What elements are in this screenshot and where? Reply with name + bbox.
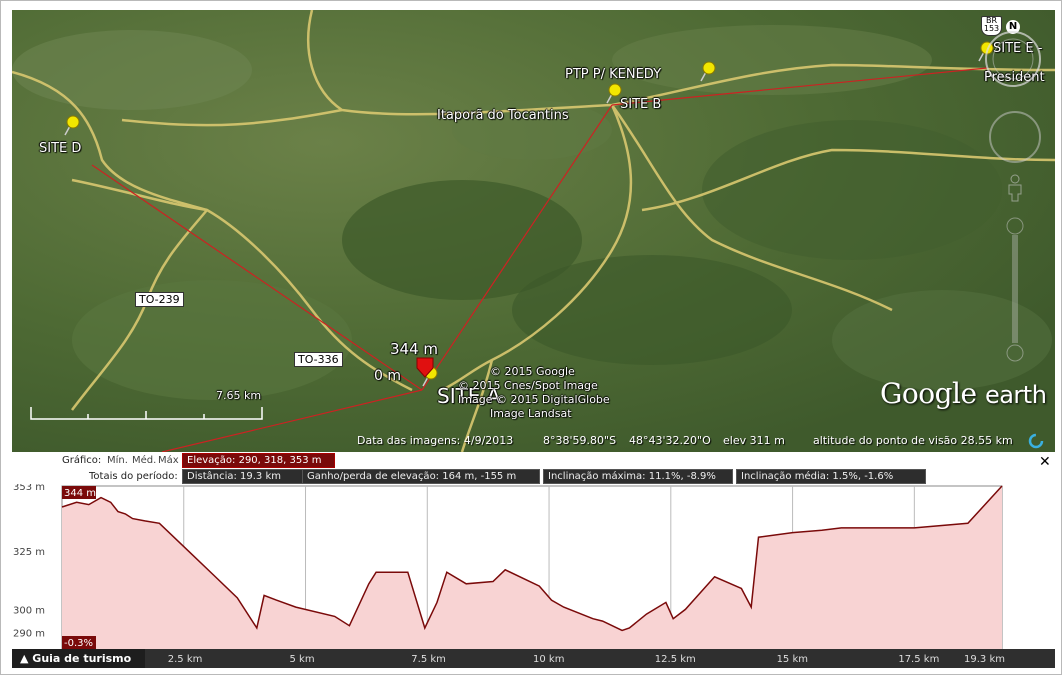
map-status-bar: Data das imagens: 4/9/2013 8°38'59.80"S … [12,430,1055,452]
place-label-site-d[interactable]: SITE D [39,142,81,155]
slope-value-label: -0.3% [64,638,93,649]
distance-tab[interactable]: Distância: 19.3 km [182,469,305,484]
zoom-slider[interactable] [1004,215,1026,365]
tour-guide-button[interactable]: ▲ Guia de turismo [12,649,145,668]
copyright-line: © 2015 Google [490,365,575,378]
totals-label: Totais do período: [89,471,178,482]
map-view[interactable]: SITE D SITE B PTP P/ KENEDY Itaporã do T… [12,10,1055,452]
place-label-site-b[interactable]: SITE B [620,98,661,111]
y-tick-label: 300 m [13,605,45,616]
elevation-callout-zero: 0 m [374,368,401,384]
scale-bar: 7.65 km [30,390,263,421]
pushpin-icon[interactable] [61,114,83,138]
move-joystick-icon[interactable] [985,107,1045,167]
x-tick-label: 5 km [290,654,315,665]
longitude-readout: 48°43'32.20"O [629,434,711,447]
elevation-marker-icon [416,357,434,378]
elevation-chart[interactable]: 353 m 325 m 300 m 290 m 2.5 km 5 km 7.5 km 10 k… [12,484,1055,668]
elevation-summary-tab[interactable]: Elevação: 290, 318, 353 m [182,453,335,468]
y-tick-label: 353 m [13,484,45,493]
y-tick-label: 325 m [13,547,45,558]
max-toggle[interactable]: Máx [158,455,179,466]
look-joystick-icon[interactable] [977,31,1053,91]
x-tick-label: 2.5 km [168,654,203,665]
pushpin-icon[interactable] [697,60,719,84]
elevation-gain-loss-tab[interactable]: Ganho/perda de elevação: 164 m, -155 m [302,469,540,484]
imagery-date: Data das imagens: 4/9/2013 [357,434,514,447]
tour-guide-label: Guia de turismo [32,652,132,665]
copyright-line: Image Landsat [490,407,572,420]
y-tick-label: 290 m [13,629,45,640]
x-tick-label: 12.5 km [655,654,696,665]
max-slope-tab[interactable]: Inclinação máxima: 11.1%, -8.9% [543,469,733,484]
cursor-value-label: 344 m [64,488,96,499]
road-shield-to336: TO-336 [294,352,343,367]
place-label-itapora[interactable]: Itaporã do Tocantins [437,109,569,122]
elevation-profile-panel: Gráfico: Mín. Méd. Máx Elevação: 290, 31… [12,452,1055,668]
app-window: SITE D SITE B PTP P/ KENEDY Itaporã do T… [0,0,1062,675]
x-tick-label: 17.5 km [898,654,939,665]
scale-label: 7.65 km [216,389,262,402]
chevron-up-icon: ▲ [20,652,33,665]
street-view-pegman-icon[interactable] [1005,174,1025,202]
streaming-progress-icon [1028,433,1044,449]
x-tick-label: 7.5 km [411,654,446,665]
min-toggle[interactable]: Mín. [107,455,128,466]
copyright-line: Image © 2015 DigitalGlobe [458,393,610,406]
elevation-callout-max: 344 m [390,340,439,358]
scale-ruler-icon [30,407,263,420]
elevation-readout: elev 311 m [723,434,785,447]
google-earth-logo: Google earth [880,377,1047,410]
latitude-readout: 8°38'59.80"S [543,434,617,447]
navigation-controls: N [977,17,1053,367]
close-icon[interactable]: ✕ [1039,454,1051,470]
x-tick-label: 15 km [777,654,808,665]
avg-toggle[interactable]: Méd. [132,455,156,466]
copyright-line: © 2015 Cnes/Spot Image [458,379,598,392]
eye-altitude-readout: altitude do ponto de visão 28.55 km [813,434,1013,447]
road-shield-to239: TO-239 [135,292,184,307]
place-label-ptp[interactable]: PTP P/ KENEDY [565,68,661,81]
x-tick-label: 19.3 km [964,654,1005,665]
elevation-chart-svg[interactable]: 353 m 325 m 300 m 290 m 2.5 km 5 km 7.5 km 10 k… [12,484,1055,668]
avg-slope-tab[interactable]: Inclinação média: 1.5%, -1.6% [736,469,926,484]
profile-header: Gráfico: Mín. Méd. Máx Elevação: 290, 31… [12,452,1055,484]
x-tick-label: 10 km [533,654,564,665]
graph-label: Gráfico: [62,455,102,466]
